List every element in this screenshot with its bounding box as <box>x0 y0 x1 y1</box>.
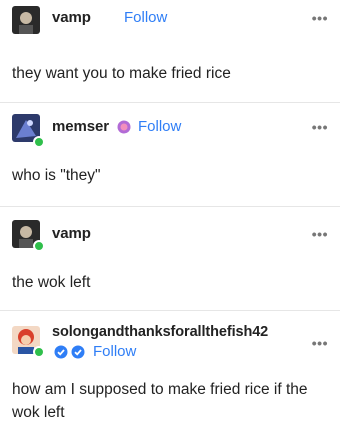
username[interactable]: vamp <box>52 9 91 26</box>
username[interactable]: memser <box>52 118 109 135</box>
username[interactable]: solongandthanksforallthefish42 <box>52 324 268 340</box>
follow-button[interactable]: Follow <box>93 343 136 360</box>
more-options-icon[interactable]: ••• <box>312 10 328 26</box>
status-badge <box>33 346 45 358</box>
post-header: memser Follow ••• <box>0 104 340 148</box>
status-badge <box>33 240 45 252</box>
post-text: they want you to make fried rice <box>12 65 231 82</box>
divider <box>0 310 340 311</box>
follow-button[interactable]: Follow <box>124 9 167 26</box>
more-options-icon[interactable]: ••• <box>312 226 328 242</box>
avatar[interactable] <box>12 6 40 34</box>
post-header: solongandthanksforallthefish42 Follow ••… <box>0 312 340 360</box>
divider <box>0 102 340 103</box>
post-text: the wok left <box>12 274 91 291</box>
post-header: vamp Follow ••• <box>0 0 340 40</box>
post-2: memser Follow ••• who is "they" <box>0 104 340 204</box>
more-options-icon[interactable]: ••• <box>312 119 328 135</box>
post-text: who is "they" <box>12 167 101 184</box>
divider <box>0 206 340 207</box>
pride-badge-icon <box>117 120 131 134</box>
more-options-icon[interactable]: ••• <box>312 335 328 351</box>
username[interactable]: vamp <box>52 225 91 242</box>
verified-icon <box>54 345 68 359</box>
post-4: solongandthanksforallthefish42 Follow ••… <box>0 312 340 432</box>
post-text: how am I supposed to make fried rice if … <box>12 381 308 421</box>
verified-icon <box>71 345 85 359</box>
follow-button[interactable]: Follow <box>138 118 181 135</box>
status-badge <box>33 136 45 148</box>
post-header: vamp ••• <box>0 208 340 252</box>
post-3: vamp ••• the wok left <box>0 208 340 308</box>
post-1: vamp Follow ••• they want you to make fr… <box>0 0 340 100</box>
